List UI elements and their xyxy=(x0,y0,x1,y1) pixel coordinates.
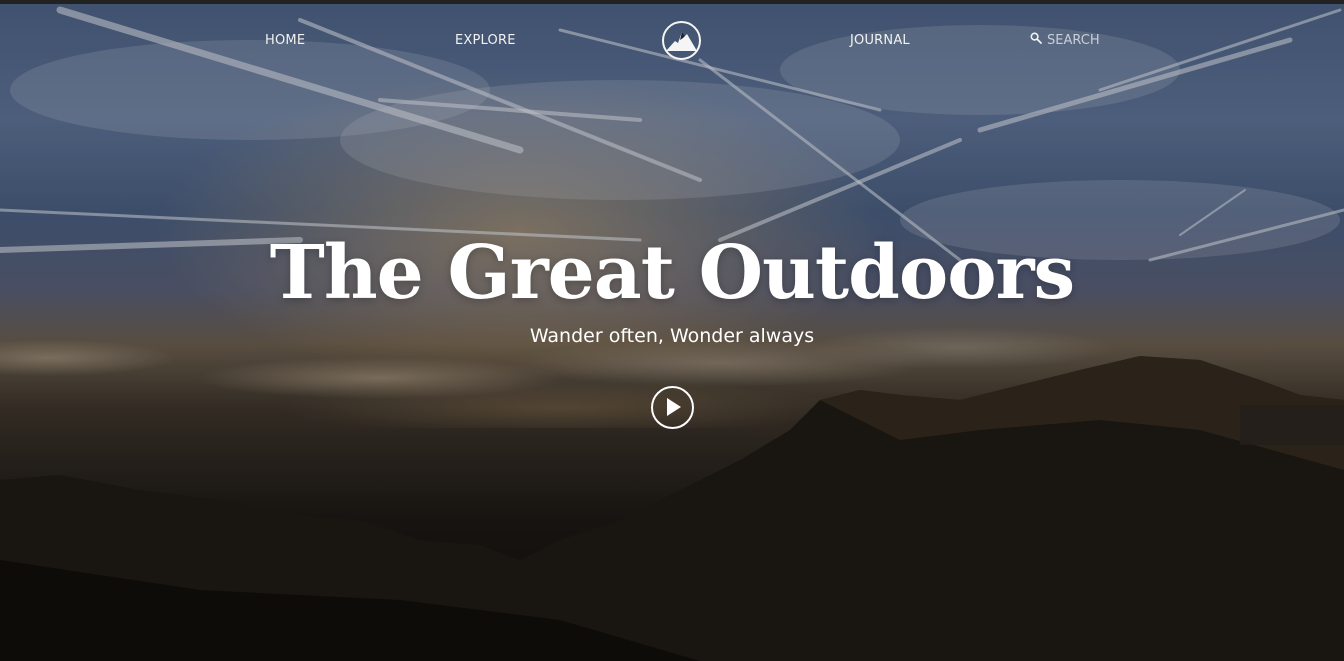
hero-subtitle: Wander often, Wonder always xyxy=(529,325,815,347)
main-navigation: HOME EXPLORE JOURNAL xyxy=(0,0,1344,80)
nav-journal-link[interactable]: JOURNAL xyxy=(850,33,910,48)
hero-section: HOME EXPLORE JOURNAL The Great Outdoors … xyxy=(0,0,1344,661)
hero-title: The Great Outdoors xyxy=(269,230,1075,316)
search-icon xyxy=(1030,32,1042,48)
nav-explore-link[interactable]: EXPLORE xyxy=(455,33,516,48)
nav-home-link[interactable]: HOME xyxy=(265,33,305,48)
mountain-logo-icon[interactable] xyxy=(662,21,701,60)
play-icon xyxy=(667,398,681,416)
play-video-button[interactable] xyxy=(651,386,694,429)
search-box[interactable] xyxy=(1030,32,1137,48)
search-input[interactable] xyxy=(1047,32,1137,48)
